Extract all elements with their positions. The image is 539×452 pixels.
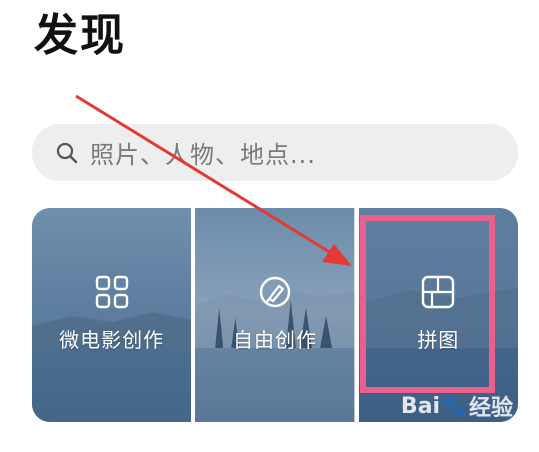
search-icon bbox=[54, 140, 80, 166]
tile-label: 微电影创作 bbox=[59, 328, 165, 352]
tile-label: 自由创作 bbox=[232, 328, 317, 352]
tile-content: 拼图 bbox=[359, 274, 518, 353]
watermark-url: jingyan.baidu.com bbox=[403, 429, 505, 442]
tile-label: 拼图 bbox=[417, 328, 460, 352]
tile-content: 自由创作 bbox=[195, 274, 354, 353]
discover-page: 发现 照片、人物、地点... 微电影创作 自由创作 拼图 Bai 🐾 经验 ji… bbox=[0, 0, 539, 452]
watermark: Bai 🐾 经验 bbox=[401, 390, 513, 422]
grid-icon bbox=[95, 275, 128, 309]
watermark-brand: Bai bbox=[400, 393, 441, 419]
paw-icon: 🐾 bbox=[442, 394, 467, 418]
collage-icon bbox=[422, 275, 455, 309]
tile-micro-movie[interactable]: 微电影创作 bbox=[32, 208, 192, 422]
search-input[interactable]: 照片、人物、地点... bbox=[90, 135, 316, 170]
search-bar[interactable]: 照片、人物、地点... bbox=[32, 124, 518, 181]
brush-icon bbox=[259, 276, 291, 308]
page-title: 发现 bbox=[34, 10, 126, 61]
tile-content: 微电影创作 bbox=[32, 274, 191, 353]
tile-free-create[interactable]: 自由创作 bbox=[195, 208, 355, 422]
watermark-brand-suffix: 经验 bbox=[468, 396, 513, 421]
